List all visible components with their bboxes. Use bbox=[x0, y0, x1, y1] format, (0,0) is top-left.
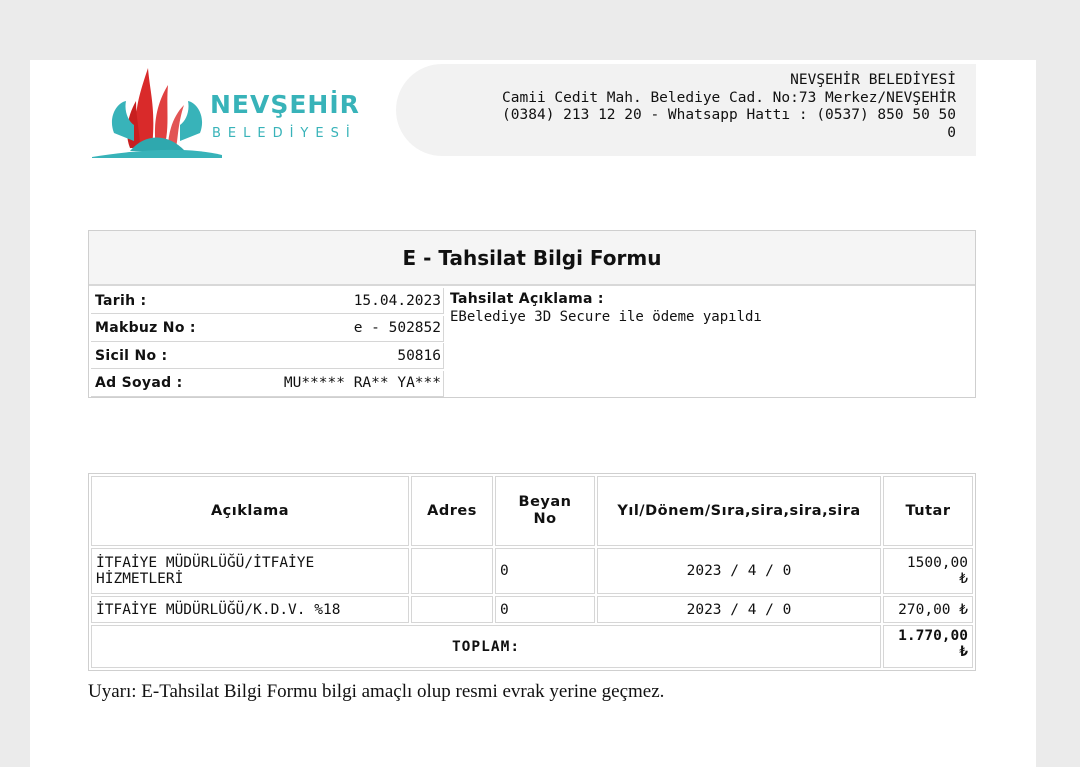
total-amount: 1.770,00 ₺ bbox=[883, 625, 973, 668]
field-value: e - 502852 bbox=[353, 320, 441, 336]
cell-period: 2023 / 4 / 0 bbox=[597, 548, 881, 594]
cell-amount: 270,00 ₺ bbox=[883, 596, 973, 623]
cell-adres bbox=[411, 596, 493, 623]
table-header-row: Açıklama Adres Beyan No Yıl/Dönem/Sıra,s… bbox=[91, 476, 973, 546]
field-label: Ad Soyad : bbox=[95, 375, 183, 391]
items-table: Açıklama Adres Beyan No Yıl/Dönem/Sıra,s… bbox=[88, 473, 976, 671]
field-value: 50816 bbox=[397, 347, 441, 364]
cell-aciklama-line2: HİZMETLERİ bbox=[96, 571, 184, 587]
field-label: Makbuz No : bbox=[95, 320, 196, 336]
description-label: Tahsilat Açıklama : bbox=[450, 291, 604, 307]
col-tutar: Tutar bbox=[883, 476, 973, 546]
form-title: E - Tahsilat Bilgi Formu bbox=[89, 231, 975, 286]
cell-aciklama-line1: İTFAİYE MÜDÜRLÜĞÜ/İTFAİYE bbox=[96, 555, 315, 571]
field-label: Tarih : bbox=[95, 292, 147, 309]
org-phone: (0384) 213 12 20 - Whatsapp Hattı : (053… bbox=[502, 107, 956, 123]
col-beyan-line2: No bbox=[533, 511, 557, 527]
header-contact-box: NEVŞEHİR BELEDİYESİ Camii Cedit Mah. Bel… bbox=[396, 64, 976, 156]
total-label: TOPLAM: bbox=[91, 625, 881, 668]
info-form: E - Tahsilat Bilgi Formu Tarih : 15.04.2… bbox=[88, 230, 976, 398]
col-beyan-line1: Beyan bbox=[518, 494, 572, 510]
logo-name-text: NEVŞEHİR bbox=[210, 89, 360, 119]
table-total-row: TOPLAM: 1.770,00 ₺ bbox=[91, 625, 973, 668]
field-makbuz: Makbuz No : e - 502852 bbox=[91, 315, 444, 342]
total-amount-line1: 1.770,00 bbox=[898, 628, 968, 644]
cell-beyan: 0 bbox=[495, 596, 595, 623]
cell-amount: 1500,00 ₺ bbox=[883, 548, 973, 594]
col-aciklama: Açıklama bbox=[91, 476, 409, 546]
field-label: Sicil No : bbox=[95, 347, 168, 364]
field-ad-soyad: Ad Soyad : MU***** RA** YA*** bbox=[91, 370, 444, 397]
org-address: Camii Cedit Mah. Belediye Cad. No:73 Mer… bbox=[502, 89, 956, 106]
logo-sub-text: BELEDİYESİ bbox=[212, 125, 357, 141]
nevsehir-logo: NEVŞEHİR BELEDİYESİ bbox=[90, 63, 360, 158]
field-value: MU***** RA** YA*** bbox=[283, 375, 441, 391]
field-tarih: Tarih : 15.04.2023 bbox=[91, 288, 444, 314]
table-row: İTFAİYE MÜDÜRLÜĞÜ/K.D.V. %18 0 2023 / 4 … bbox=[91, 596, 973, 623]
info-fields: Tarih : 15.04.2023 Makbuz No : e - 50285… bbox=[91, 288, 444, 398]
cell-adres bbox=[411, 548, 493, 594]
col-period: Yıl/Dönem/Sıra,sira,sira,sira bbox=[597, 476, 881, 546]
description-block: Tahsilat Açıklama : EBelediye 3D Secure … bbox=[450, 291, 970, 325]
cell-period: 2023 / 4 / 0 bbox=[597, 596, 881, 623]
total-amount-line2: ₺ bbox=[959, 644, 968, 660]
cell-amount-line1: 1500,00 bbox=[906, 555, 968, 571]
col-beyan: Beyan No bbox=[495, 476, 595, 546]
cell-aciklama: İTFAİYE MÜDÜRLÜĞÜ/K.D.V. %18 bbox=[91, 596, 409, 623]
description-text: EBelediye 3D Secure ile ödeme yapıldı bbox=[450, 309, 762, 325]
col-adres: Adres bbox=[411, 476, 493, 546]
org-name: NEVŞEHİR BELEDİYESİ bbox=[790, 72, 956, 88]
warning-note: Uyarı: E-Tahsilat Bilgi Formu bilgi amaç… bbox=[88, 681, 665, 702]
table-row: İTFAİYE MÜDÜRLÜĞÜ/İTFAİYE HİZMETLERİ 0 2… bbox=[91, 548, 973, 594]
field-sicil: Sicil No : 50816 bbox=[91, 343, 444, 369]
field-value: 15.04.2023 bbox=[353, 292, 441, 309]
cell-aciklama: İTFAİYE MÜDÜRLÜĞÜ/İTFAİYE HİZMETLERİ bbox=[91, 548, 409, 594]
cell-beyan: 0 bbox=[495, 548, 595, 594]
cell-amount-line2: ₺ bbox=[959, 571, 968, 587]
document-page: NEVŞEHİR BELEDİYESİ NEVŞEHİR BELEDİYESİ … bbox=[30, 60, 1036, 767]
org-extra: 0 bbox=[947, 124, 956, 141]
